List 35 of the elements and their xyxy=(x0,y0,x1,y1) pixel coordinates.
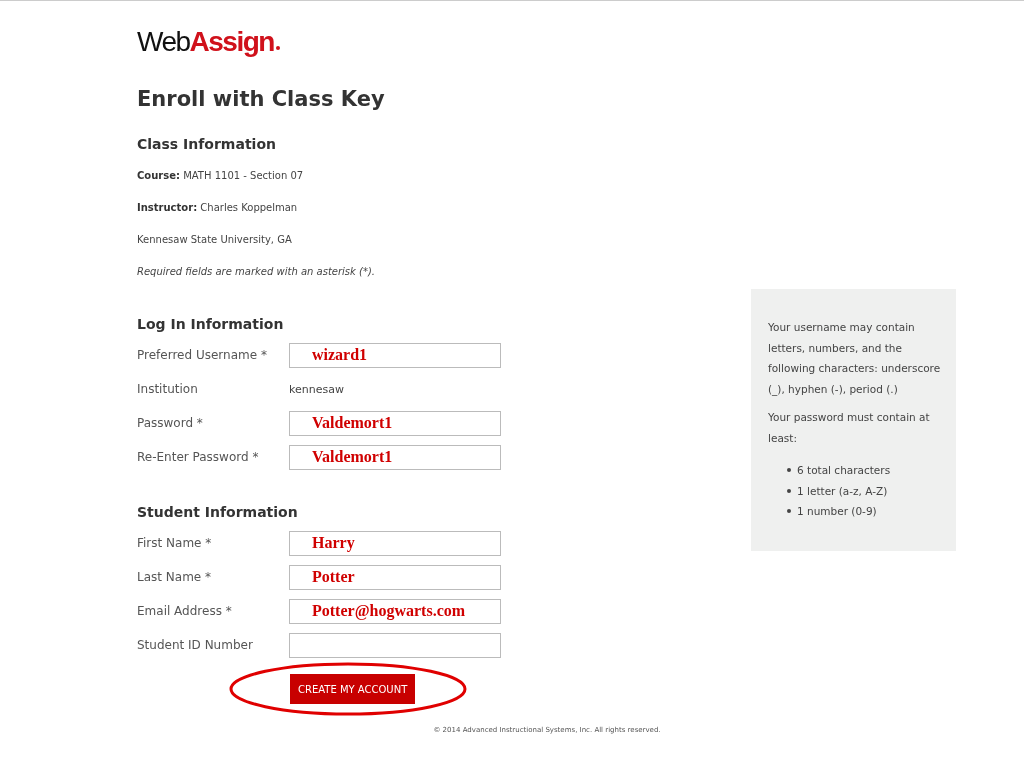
field-label: Re-Enter Password * xyxy=(137,450,260,464)
field-label: Last Name * xyxy=(137,570,213,584)
info-text: Instructor: Charles Koppelman xyxy=(137,201,298,215)
field-label: Password * xyxy=(137,416,204,430)
info-text: Kennesaw State University, GA xyxy=(137,233,292,247)
input-field[interactable]: Potter xyxy=(289,564,501,590)
required-note: Required fields are marked with an asterisk (*). xyxy=(137,265,375,279)
input-field[interactable]: Valdemort1 xyxy=(289,444,501,470)
field-value: kennesaw xyxy=(289,382,344,396)
input-field[interactable]: Harry xyxy=(289,530,501,556)
requirement-text: 1 number (0-9) xyxy=(797,505,877,518)
field-label: First Name * xyxy=(137,536,213,550)
page-title: Enroll with Class Key xyxy=(137,86,385,113)
bullet-icon xyxy=(787,509,791,514)
bullet-icon xyxy=(787,468,791,473)
bullet-icon xyxy=(787,488,791,493)
field-label: Email Address * xyxy=(137,604,233,618)
input-field[interactable]: wizard1 xyxy=(289,342,501,368)
input-field[interactable]: Potter@hogwarts.com xyxy=(289,598,501,624)
input-field[interactable]: Valdemort1 xyxy=(289,410,501,436)
help-text: Your password must contain at least: xyxy=(768,410,931,446)
field-label: Preferred Username * xyxy=(137,348,268,362)
create-account-button[interactable]: CREATE MY ACCOUNT xyxy=(290,674,416,704)
field-label: Student ID Number xyxy=(137,638,254,652)
requirement-text: 1 letter (a-z, A-Z) xyxy=(797,484,888,497)
logo[interactable]: WebAssign xyxy=(137,27,274,57)
info-text: Course: MATH 1101 - Section 07 xyxy=(137,169,304,183)
field-label: Institution xyxy=(137,382,199,396)
section-heading: Class Information xyxy=(137,135,276,154)
input-field[interactable] xyxy=(289,632,501,658)
dot-icon xyxy=(275,46,280,50)
requirement-text: 6 total characters xyxy=(797,464,891,477)
help-text: Your username may contain letters, numbers, and the following characters: underscore (_), hyphen (-), period (.) xyxy=(768,320,942,398)
section-heading: Student Information xyxy=(137,503,298,522)
section-heading: Log In Information xyxy=(137,315,284,334)
